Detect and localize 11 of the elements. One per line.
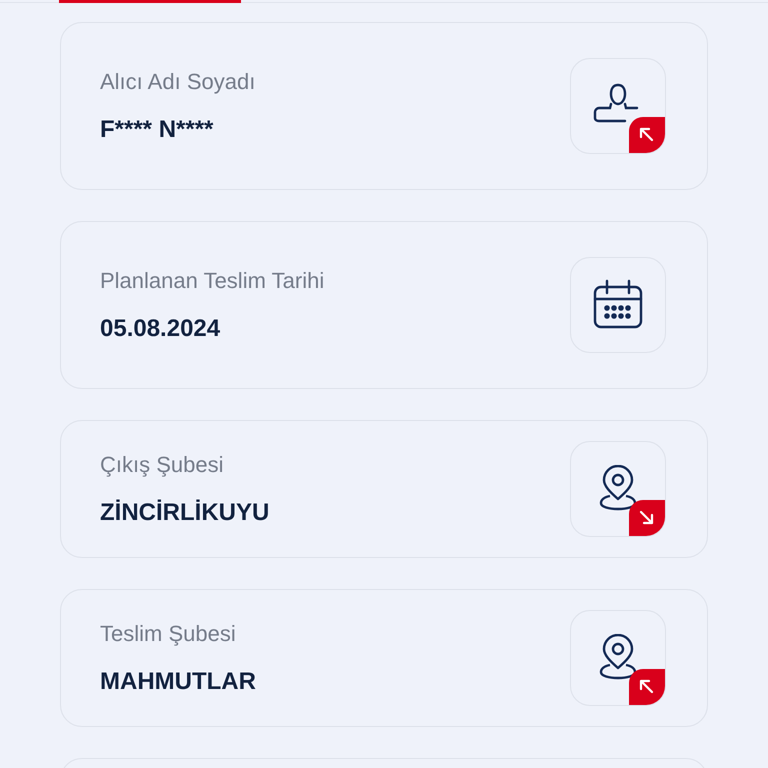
field-label: Teslim Şubesi xyxy=(100,620,237,648)
field-label: Planlanan Teslim Tarihi xyxy=(100,266,324,294)
field-label: Çıkış Şubesi xyxy=(100,450,224,479)
location-icon xyxy=(598,634,638,682)
field-value: ZİNCİRLİKUYU xyxy=(100,498,270,528)
field-value: MAHMUTLAR xyxy=(100,666,256,696)
field-value: F**** N**** xyxy=(100,114,214,144)
field-value: 05.08.2024 xyxy=(100,314,222,344)
field-label: Alıcı Adı Soyadı xyxy=(100,68,256,96)
location-icon xyxy=(598,465,638,513)
calendar-icon xyxy=(592,279,644,331)
